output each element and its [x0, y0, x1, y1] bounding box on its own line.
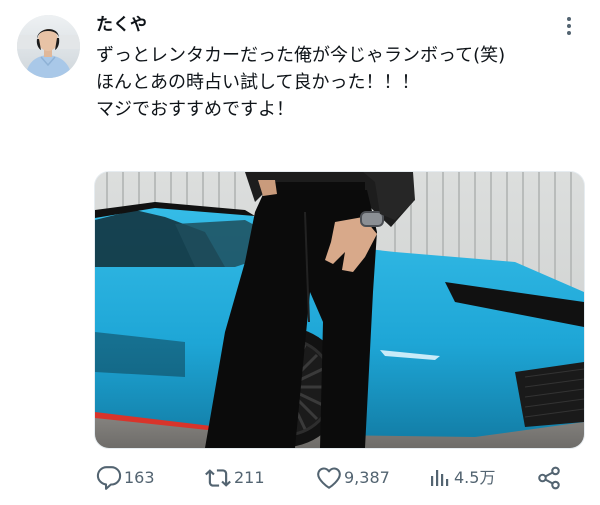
- share-button[interactable]: [536, 462, 562, 494]
- views-count: 4.5万: [454, 468, 496, 487]
- repost-count: 211: [234, 468, 265, 487]
- photo-image: [95, 172, 584, 448]
- repost-button[interactable]: 211: [204, 462, 265, 494]
- heart-icon: [317, 467, 341, 489]
- reply-count: 163: [124, 468, 155, 487]
- tweet-actions-bar: 163 211 9,387 4.5万: [96, 462, 566, 494]
- more-dots-icon: [567, 17, 571, 35]
- views-button[interactable]: 4.5万: [428, 462, 495, 494]
- tweet-text-line: マジでおすすめですよ！: [96, 99, 294, 120]
- views-chart-icon: [431, 470, 449, 486]
- repost-icon: [205, 469, 231, 487]
- tweet-text-line: ずっとレンタカーだった俺が今じゃランボって(笑): [96, 45, 506, 66]
- more-options-button[interactable]: [558, 14, 580, 38]
- tweet-text: ずっとレンタカーだった俺が今じゃランボって(笑) ほんとあの時占い試して良かった…: [96, 42, 586, 123]
- reply-button[interactable]: 163: [96, 462, 155, 494]
- share-icon: [538, 466, 560, 490]
- tweet-text-line: ほんとあの時占い試して良かった！！！: [96, 72, 420, 93]
- like-count: 9,387: [344, 468, 390, 487]
- avatar[interactable]: [17, 15, 80, 78]
- avatar-image: [17, 15, 80, 78]
- like-button[interactable]: 9,387: [316, 462, 390, 494]
- reply-icon: [96, 466, 122, 490]
- tweet-media-photo[interactable]: [94, 171, 585, 449]
- author-display-name[interactable]: たくや: [96, 14, 147, 36]
